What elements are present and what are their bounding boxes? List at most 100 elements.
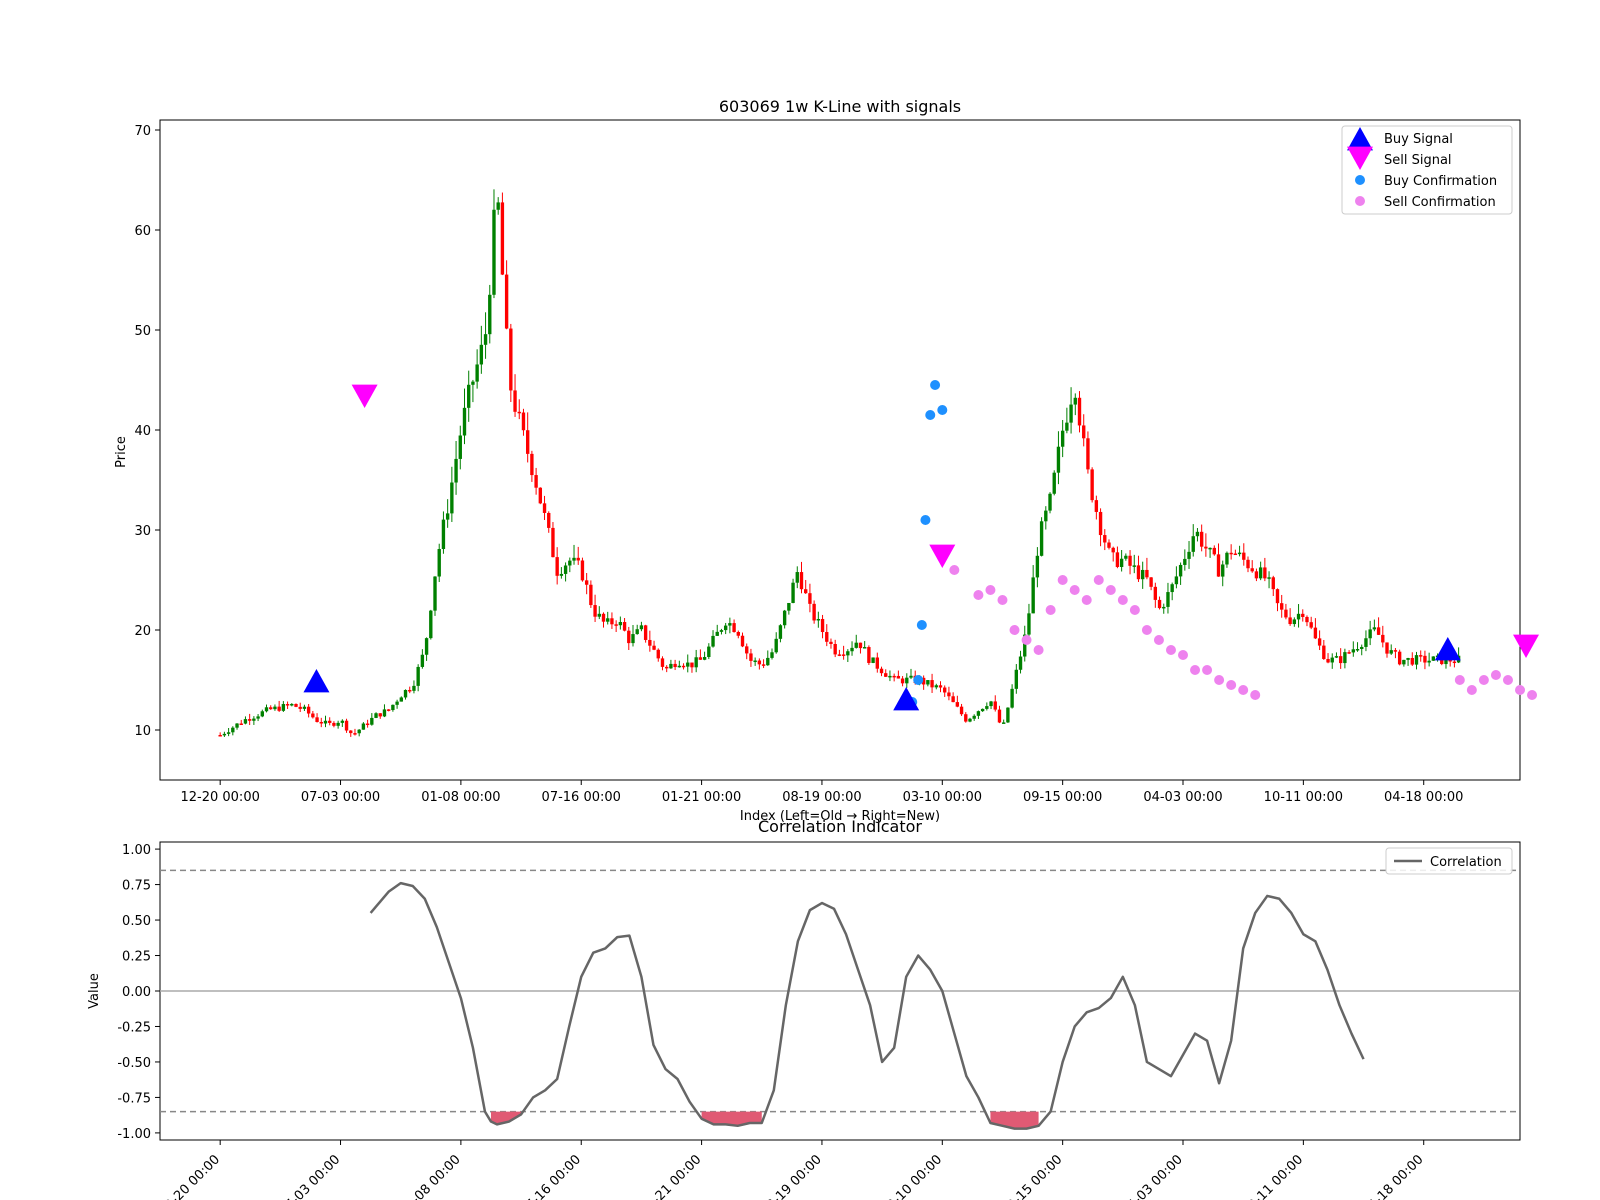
candle-body: [1338, 656, 1343, 664]
candle-body: [606, 618, 610, 622]
candle-body: [1225, 552, 1229, 565]
candle-body: [1402, 659, 1406, 665]
x-tick-label: 04-03 00:00: [1119, 1152, 1186, 1200]
x-tick-label: 07-16 00:00: [542, 790, 621, 805]
candle-body: [1178, 564, 1183, 577]
candle-body: [1414, 655, 1419, 665]
candle-body: [1191, 536, 1195, 552]
candle-body: [256, 716, 260, 719]
x-tick-label: 10-11 00:00: [1264, 790, 1343, 805]
candle-body: [479, 344, 484, 365]
candle-body: [614, 624, 618, 626]
candle-body: [340, 720, 345, 723]
y-tick-label: -0.25: [117, 1020, 151, 1035]
candle-body: [1347, 652, 1351, 654]
y-tick-label: 0.25: [122, 950, 151, 965]
candle-body: [1360, 646, 1364, 649]
candle-body: [888, 675, 892, 678]
sell-confirmation-point: [997, 595, 1008, 605]
candle-body: [1103, 535, 1107, 543]
candle-body: [1157, 599, 1162, 609]
candle-body: [1254, 571, 1259, 579]
candle-body: [833, 643, 837, 655]
sell-confirmation-point: [1129, 605, 1140, 615]
candle-body: [1452, 661, 1457, 664]
candle-body: [1326, 658, 1330, 663]
candle-body: [837, 654, 842, 656]
sell-confirmation-point: [1069, 585, 1080, 595]
x-tick-label: 01-21 00:00: [638, 1152, 705, 1200]
candle-body: [900, 678, 905, 684]
buy-confirmation-point: [913, 675, 924, 685]
candle-body: [812, 603, 816, 621]
kline-legend: Buy Signal Sell Signal Buy Confirmation Sel…: [1341, 125, 1513, 215]
candle-body: [1199, 531, 1204, 547]
buy-confirmation-point: [937, 405, 948, 415]
sell-confirmation-point: [1105, 585, 1116, 595]
candle-body: [597, 613, 601, 617]
candle-body: [1334, 656, 1339, 658]
candle-body: [1410, 657, 1414, 665]
candle-body: [1119, 558, 1124, 567]
candle-body: [568, 560, 572, 566]
correlation-panel: 1.00 0.75 0.50 0.25 0.00 -0.25 -0.50 -0.75 -1.00…: [87, 817, 1521, 1200]
candle-body: [1229, 552, 1233, 555]
y-tick-label: 20: [134, 624, 151, 639]
sell-confirmation-point: [1515, 685, 1525, 695]
candle-body: [1166, 592, 1170, 607]
candle-body: [698, 657, 703, 660]
y-tick-label: 70: [134, 124, 151, 139]
x-tick-label: 12-20 00:00: [156, 1152, 223, 1200]
sell-confirmation-point: [1045, 605, 1056, 615]
candle-body: [1250, 568, 1254, 572]
candle-body: [1406, 657, 1410, 660]
kline-x-ticks: 12-20 00:00 07-03 00:00 01-08 00:00 07-16 0…: [180, 780, 1463, 805]
candle-body: [1111, 547, 1115, 553]
candle-body: [1305, 616, 1309, 623]
candle-body: [1031, 577, 1035, 614]
candle-body: [719, 630, 724, 632]
candle-body: [1393, 650, 1398, 652]
candle-body: [378, 713, 382, 717]
candle-body: [757, 660, 762, 665]
candle-body: [1056, 446, 1061, 473]
candle-body: [1301, 613, 1305, 617]
candle-body: [441, 519, 446, 550]
candle-body: [1082, 425, 1086, 439]
y-tick-label: 50: [134, 324, 151, 339]
candle-body: [808, 593, 812, 604]
candle-body: [879, 668, 884, 674]
candle-body: [306, 706, 311, 714]
candle-body: [1145, 569, 1149, 578]
candle-body: [610, 618, 614, 625]
candle-body: [290, 703, 294, 706]
candle-body: [723, 625, 728, 631]
x-tick-label: 07-03 00:00: [277, 1152, 344, 1200]
x-tick-label: 08-19 00:00: [758, 1152, 825, 1200]
sell-confirmation-point: [1250, 690, 1261, 700]
candle-body: [745, 646, 749, 654]
candle-body: [1423, 655, 1427, 663]
candle-body: [344, 720, 349, 731]
candle-body: [218, 735, 222, 737]
candle-body: [854, 642, 858, 648]
candle-body: [458, 435, 462, 459]
candle-body: [294, 703, 298, 707]
candle-body: [1208, 547, 1212, 550]
x-tick-label: 03-10 00:00: [903, 790, 982, 805]
candle-body: [1153, 586, 1158, 600]
candle-body: [1296, 613, 1301, 620]
buy-confirmation-point: [920, 515, 931, 525]
candle-body: [547, 512, 551, 528]
candle-body: [976, 711, 981, 716]
candle-body: [1094, 500, 1099, 512]
legend-label: Sell Confirmation: [1384, 195, 1496, 210]
candle-body: [231, 727, 235, 733]
y-tick-label: 0.50: [122, 914, 151, 929]
kline-plot-area: [159, 119, 1521, 781]
sell-confirmation-point: [1238, 685, 1249, 695]
candle-body: [749, 653, 753, 661]
candle-body: [1376, 627, 1381, 635]
buy-confirmation-point: [930, 380, 941, 390]
candle-body: [1372, 627, 1377, 630]
